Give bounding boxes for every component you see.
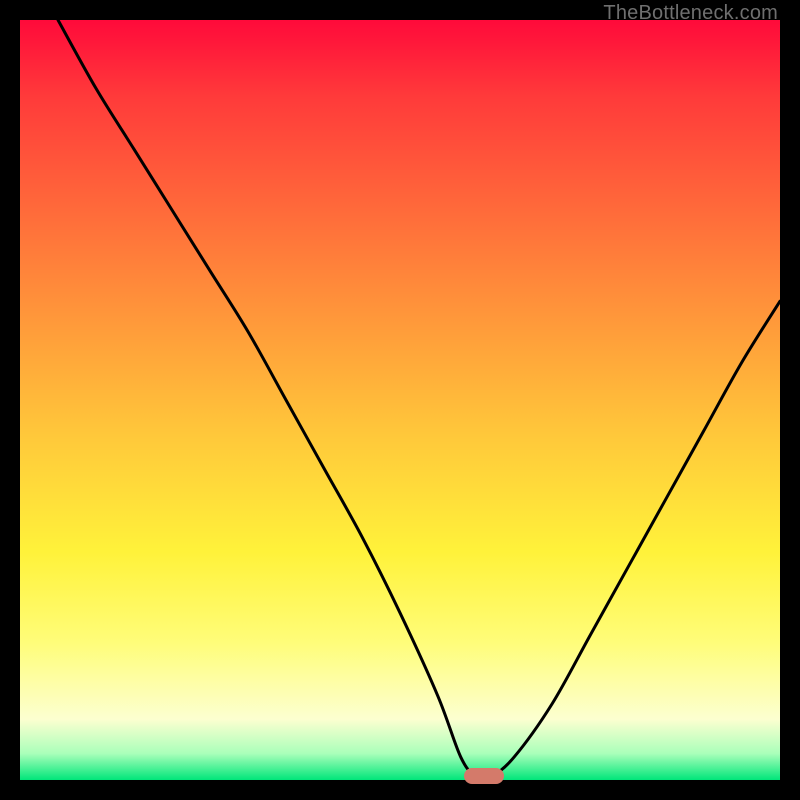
watermark-text: TheBottleneck.com xyxy=(603,2,778,25)
chart-frame: TheBottleneck.com xyxy=(0,0,800,800)
bottleneck-curve xyxy=(20,20,780,780)
plot-area xyxy=(20,20,780,780)
minimum-marker xyxy=(464,768,504,784)
